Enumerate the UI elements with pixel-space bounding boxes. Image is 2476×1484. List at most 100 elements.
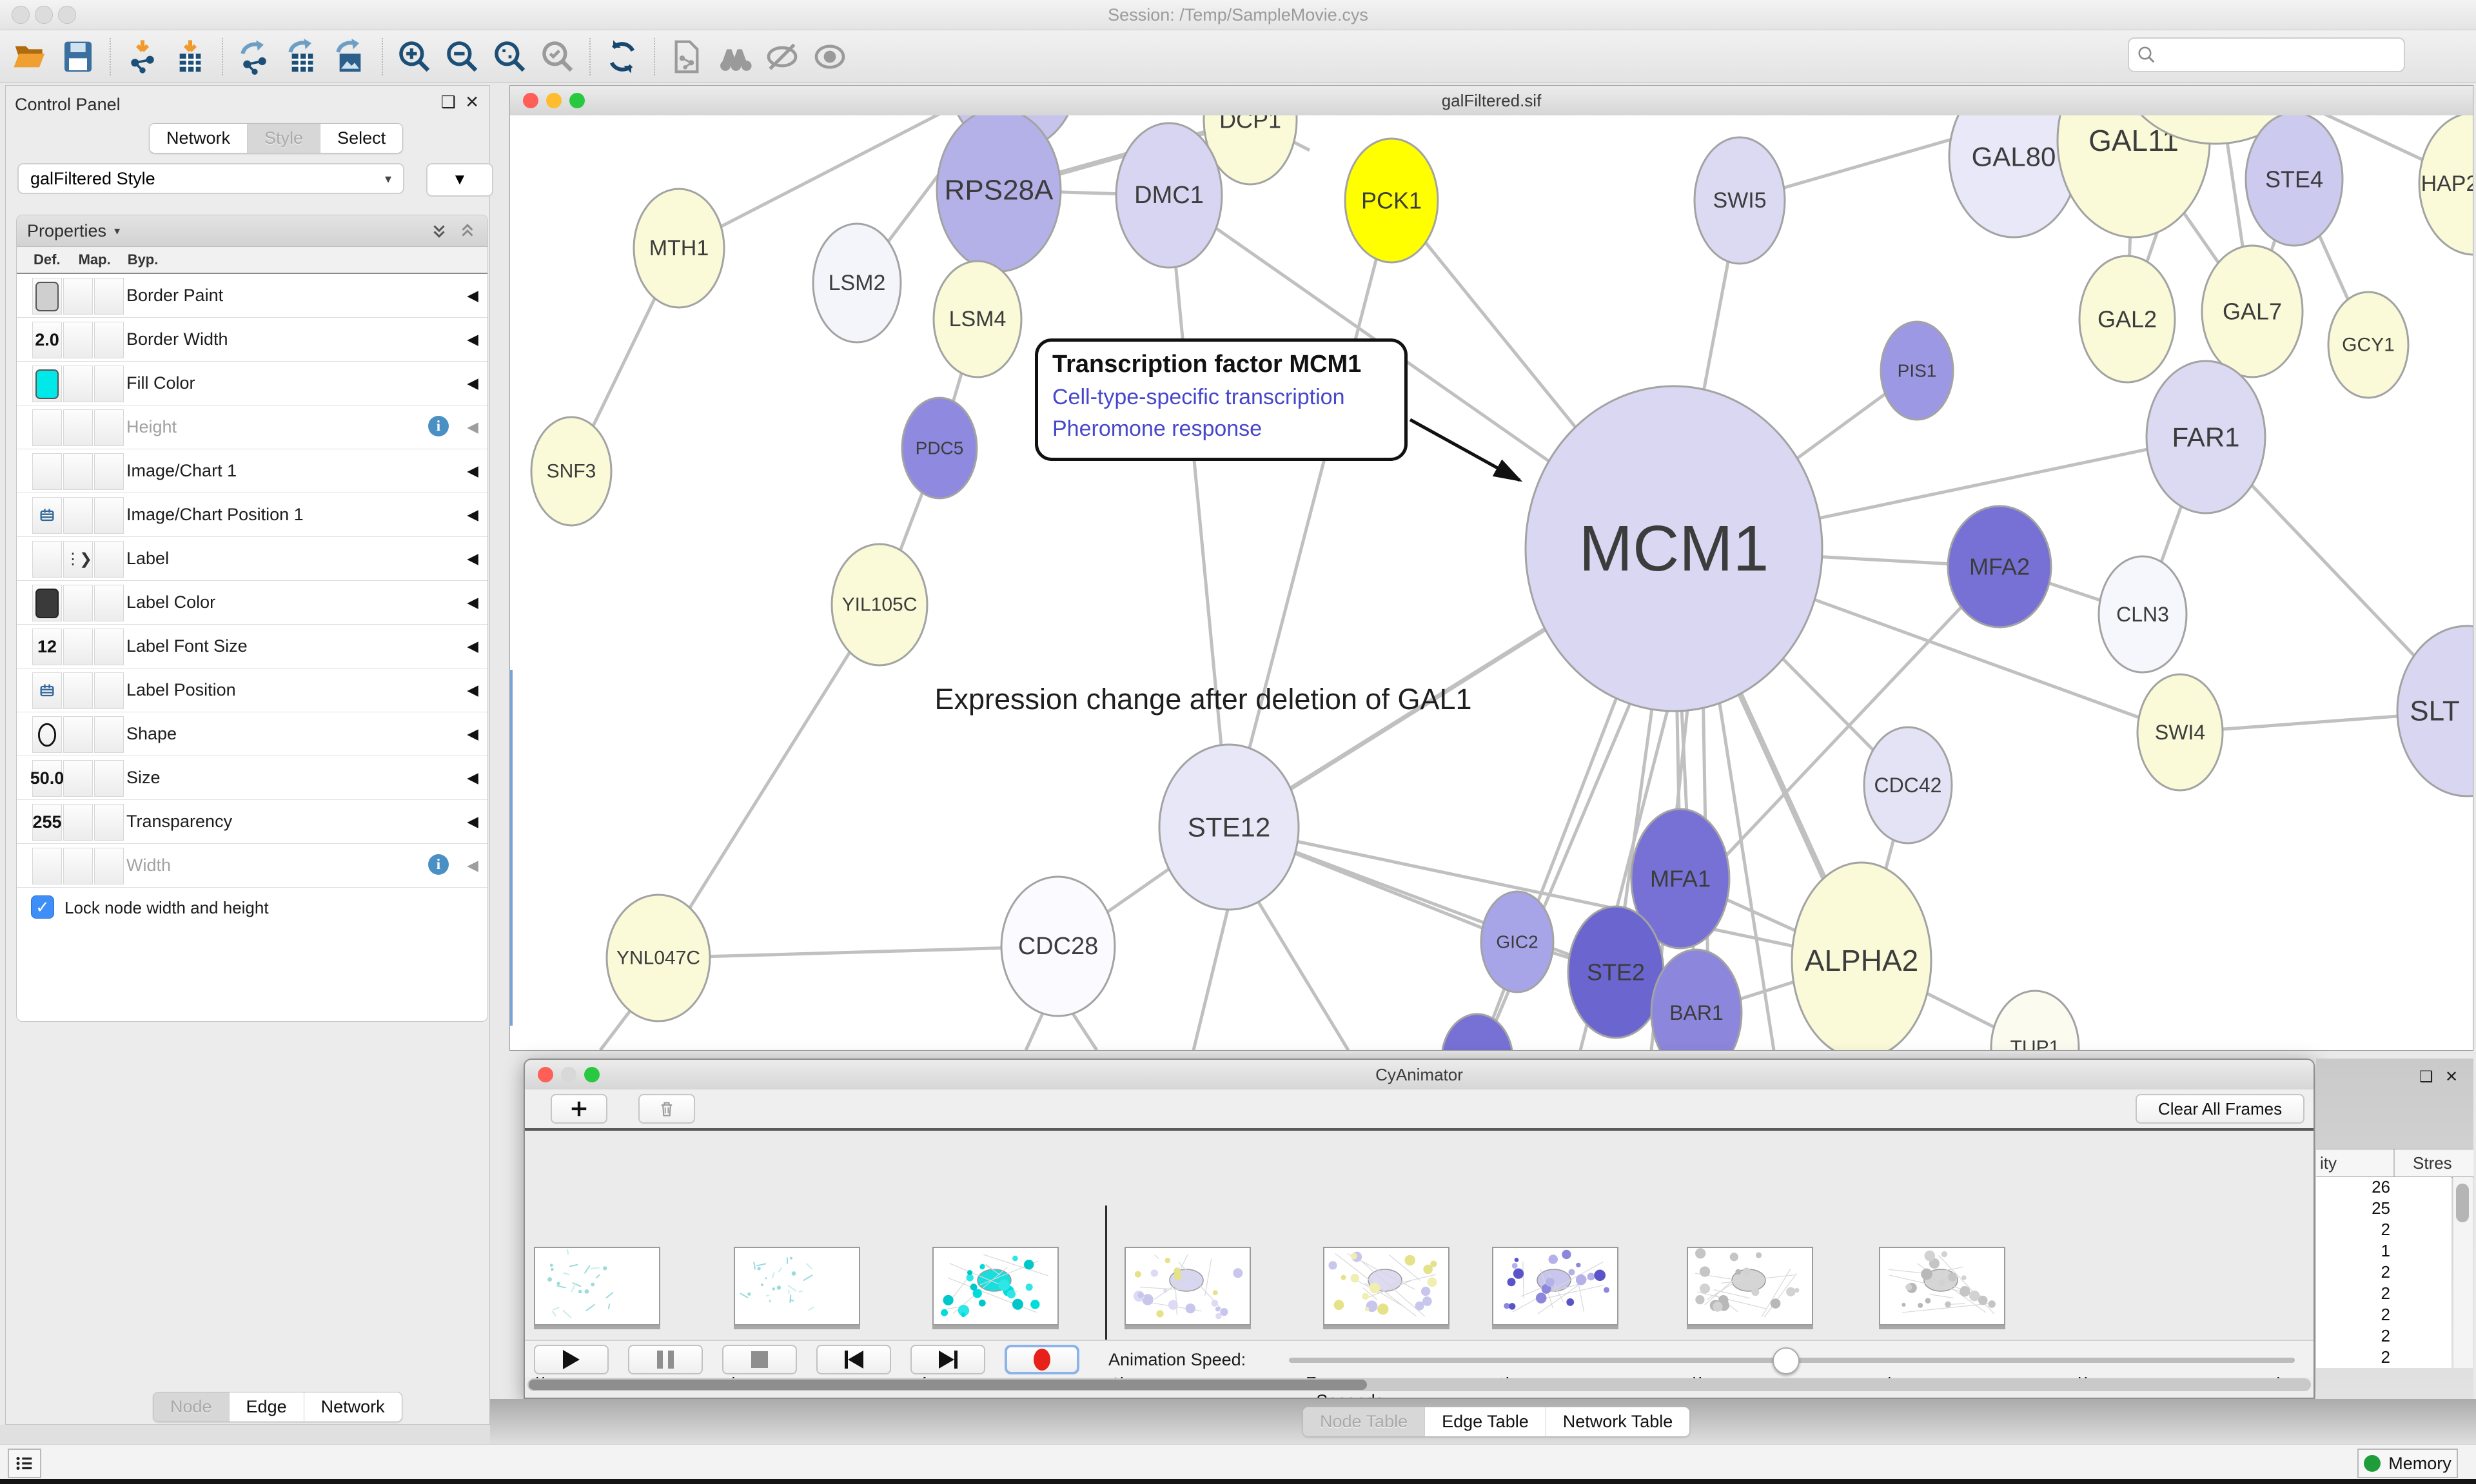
bypass-cell[interactable] [94,278,124,315]
table-row[interactable]: 25 [2316,1198,2451,1220]
expand-all-icon[interactable] [429,221,449,240]
mcm1-annotation[interactable]: Transcription factor MCM1 Cell-type-spec… [1035,338,1408,461]
task-history-button[interactable] [8,1449,41,1478]
tab-network-style[interactable]: Network [304,1392,402,1421]
scrollbar-thumb[interactable] [2456,1184,2469,1222]
property-row[interactable]: Label Position◀ [17,669,487,712]
mapping-cell[interactable] [63,804,93,841]
table-row[interactable]: 2 [2316,1284,2451,1305]
cyanimator-titlebar[interactable]: CyAnimator [525,1060,2314,1090]
float-panel-icon[interactable]: ❑ [2419,1068,2433,1086]
mapping-cell[interactable] [63,629,93,665]
column-divider[interactable] [2393,1149,2395,1176]
save-icon[interactable] [59,37,97,76]
mapping-cell[interactable] [63,366,93,402]
close-panel-icon[interactable]: ✕ [465,92,479,112]
bypass-cell[interactable] [94,409,124,446]
property-row[interactable]: Widthi◀ [17,844,487,888]
property-row[interactable]: Label Color◀ [17,581,487,625]
frame-6[interactable] [1492,1247,1618,1325]
table-row[interactable]: 2 [2316,1347,2451,1369]
default-value-cell[interactable] [32,278,62,315]
network-node[interactable] [1651,950,1742,1050]
close-panel-icon[interactable]: ✕ [2445,1068,2458,1086]
property-row[interactable]: Image/Chart 1◀ [17,449,487,493]
mapping-cell[interactable] [63,585,93,621]
scrollbar-thumb[interactable] [529,1380,1367,1390]
collapse-all-icon[interactable] [458,221,477,240]
property-row[interactable]: Image/Chart Position 1◀ [17,493,487,537]
record-button[interactable] [1005,1345,1079,1374]
expand-row-icon[interactable]: ◀ [467,769,478,786]
export-image-icon[interactable] [331,37,369,76]
default-value-cell[interactable] [32,541,62,578]
expand-row-icon[interactable]: ◀ [467,857,478,874]
bypass-cell[interactable] [94,672,124,709]
frame-8[interactable] [1879,1247,2005,1325]
bypass-cell[interactable] [94,629,124,665]
tab-select[interactable]: Select [320,124,402,153]
frame-2[interactable] [734,1247,860,1325]
bypass-cell[interactable] [94,760,124,797]
mapping-cell[interactable] [63,453,93,490]
expand-row-icon[interactable]: ◀ [467,813,478,830]
tab-node-table[interactable]: Node Table [1303,1407,1425,1436]
network-from-file-icon[interactable] [667,37,706,76]
lock-size-checkbox[interactable]: ✓ [31,895,54,919]
mapping-cell[interactable] [63,409,93,446]
default-value-cell[interactable] [32,409,62,446]
import-network-icon[interactable] [123,37,162,76]
expand-row-icon[interactable]: ◀ [467,550,478,567]
expand-row-icon[interactable]: ◀ [467,506,478,523]
network-node[interactable] [1442,1014,1513,1050]
expand-row-icon[interactable]: ◀ [467,462,478,480]
mapping-cell[interactable] [63,497,93,534]
style-options-button[interactable]: ▼ [426,163,493,197]
tab-node[interactable]: Node [153,1392,230,1421]
bypass-cell[interactable] [94,804,124,841]
info-icon[interactable]: i [428,416,449,436]
search-box[interactable] [2128,37,2405,72]
zoom-in-icon[interactable] [395,37,434,76]
property-row[interactable]: Heighti◀ [17,405,487,449]
property-row[interactable]: ⋮❯Label◀ [17,537,487,581]
property-row[interactable]: 50.0Size◀ [17,756,487,800]
tab-network-table[interactable]: Network Table [1546,1407,1690,1436]
slider-handle[interactable] [1773,1347,1800,1374]
mapping-cell[interactable] [63,278,93,315]
default-value-cell[interactable]: 12 [32,629,62,665]
table-row[interactable]: 26 [2316,1177,2451,1198]
tab-edge[interactable]: Edge [230,1392,304,1421]
frame-4[interactable] [1125,1247,1251,1325]
table-scrollbar[interactable] [2453,1177,2473,1368]
annotation-link-2[interactable]: Pheromone response [1052,416,1390,442]
cyanimator-timeline[interactable]: 0123456789 Seconds [525,1131,2314,1337]
expand-row-icon[interactable]: ◀ [467,681,478,699]
table-row[interactable]: 2 [2316,1326,2451,1347]
previous-frame-button[interactable] [816,1345,891,1374]
default-value-cell[interactable] [32,848,62,884]
property-row[interactable]: Fill Color◀ [17,362,487,405]
network-canvas[interactable]: RPS28ADCP1DMC1PCK1MTH1LSM2LSM4SWI5GAL80G… [510,115,2473,1050]
default-value-cell[interactable]: 2.0 [32,322,62,358]
tab-network[interactable]: Network [150,124,248,153]
delete-frame-button[interactable] [638,1094,695,1124]
default-value-cell[interactable] [32,585,62,621]
float-panel-icon[interactable]: ❑ [441,92,456,112]
bypass-cell[interactable] [94,541,124,578]
bypass-cell[interactable] [94,322,124,358]
hide-details-icon[interactable] [763,37,801,76]
table-row[interactable]: 2 [2316,1262,2451,1284]
mapping-cell[interactable] [63,672,93,709]
annotation-link-1[interactable]: Cell-type-specific transcription [1052,385,1390,410]
show-details-icon[interactable] [811,37,849,76]
table-row[interactable]: 2 [2316,1220,2451,1241]
pause-button[interactable] [628,1345,703,1374]
expand-row-icon[interactable]: ◀ [467,331,478,348]
expand-row-icon[interactable]: ◀ [467,287,478,304]
property-row[interactable]: Border Paint◀ [17,274,487,318]
mapping-cell[interactable] [63,322,93,358]
zoom-fit-icon[interactable] [491,37,529,76]
tab-style[interactable]: Style [248,124,320,153]
default-value-cell[interactable]: 255 [32,804,62,841]
